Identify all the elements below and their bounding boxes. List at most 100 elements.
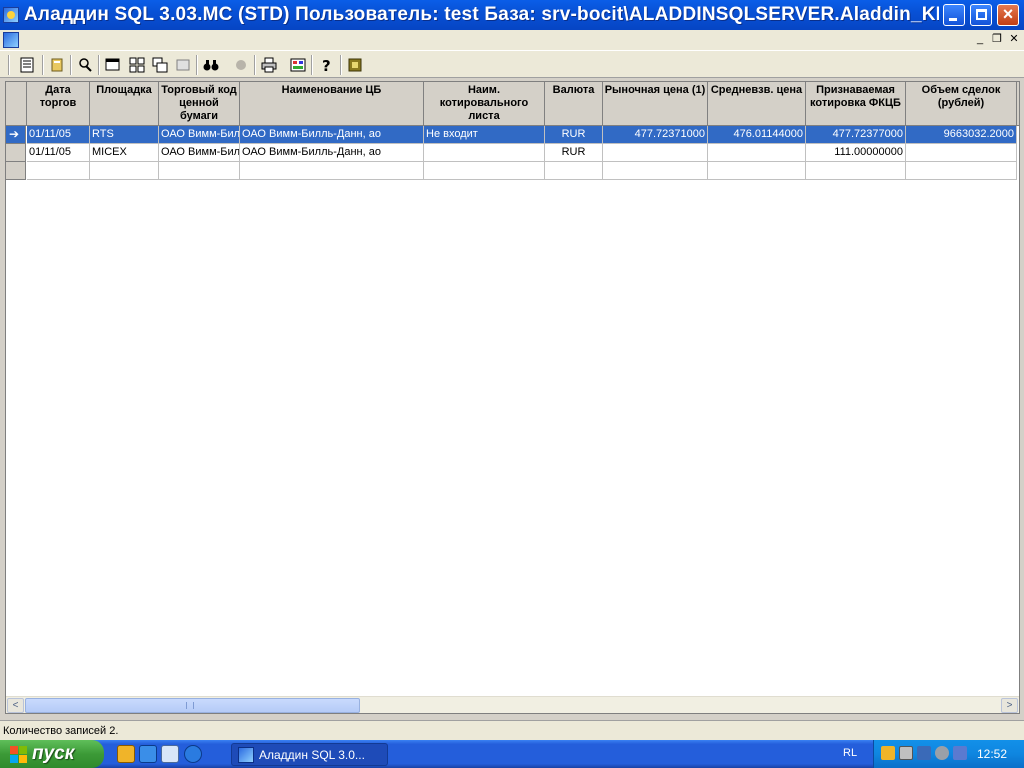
tray-disk-icon[interactable] bbox=[935, 746, 949, 760]
scroll-left-button[interactable]: < bbox=[7, 698, 24, 713]
table-row[interactable]: ➔ 01/11/05 RTS ОАО Вимм-Бил. ОАО Вимм-Би… bbox=[6, 126, 1019, 144]
row-indicator-header bbox=[6, 82, 27, 126]
empty-cell[interactable] bbox=[806, 162, 906, 180]
empty-cell[interactable] bbox=[906, 162, 1017, 180]
print-icon bbox=[261, 57, 277, 73]
empty-cell[interactable] bbox=[90, 162, 159, 180]
cell-currency[interactable]: RUR bbox=[545, 144, 603, 162]
scrollbar-thumb[interactable] bbox=[25, 698, 360, 713]
cell-exchange[interactable]: RTS bbox=[90, 126, 159, 144]
cell-trade-date[interactable]: 01/11/05 bbox=[27, 126, 90, 144]
tile-button[interactable] bbox=[126, 54, 148, 76]
export-button[interactable] bbox=[287, 54, 309, 76]
exit-button[interactable] bbox=[344, 54, 366, 76]
cell-fkcb-quote[interactable]: 477.72377000 bbox=[806, 126, 906, 144]
maximize-button[interactable] bbox=[970, 4, 992, 26]
empty-cell[interactable] bbox=[545, 162, 603, 180]
tray-network-icon[interactable] bbox=[899, 746, 913, 760]
record-count: Количество записей 2. bbox=[3, 725, 119, 737]
column-header[interactable]: Дата торгов bbox=[27, 82, 90, 126]
new-row[interactable] bbox=[6, 162, 1019, 180]
empty-cell[interactable] bbox=[159, 162, 240, 180]
column-header[interactable]: Торговый код ценной бумаги bbox=[159, 82, 240, 126]
empty-cell[interactable] bbox=[424, 162, 545, 180]
empty-cell[interactable] bbox=[603, 162, 708, 180]
cell-quote-list[interactable]: Не входит bbox=[424, 126, 545, 144]
title-bar[interactable]: Аладдин SQL 3.03.МС (STD) Пользователь: … bbox=[0, 0, 1024, 30]
language-indicator[interactable]: RL bbox=[843, 747, 857, 759]
empty-cell[interactable] bbox=[708, 162, 806, 180]
help-button[interactable]: ? bbox=[315, 54, 337, 76]
row-selector[interactable] bbox=[6, 144, 26, 162]
empty-cell[interactable] bbox=[27, 162, 90, 180]
cell-trade-volume[interactable]: 9663032.2000 bbox=[906, 126, 1017, 144]
cell-currency[interactable]: RUR bbox=[545, 126, 603, 144]
cell-weighted-avg-price[interactable] bbox=[708, 144, 806, 162]
toolbar: ? bbox=[0, 50, 1024, 78]
column-header[interactable]: Признаваемая котировка ФКЦБ bbox=[806, 82, 906, 126]
quicklaunch-media-player-icon[interactable] bbox=[139, 745, 157, 763]
close-button[interactable]: × bbox=[997, 4, 1019, 26]
mdi-restore-button[interactable]: ❐ bbox=[990, 33, 1004, 47]
cell-quote-list[interactable] bbox=[424, 144, 545, 162]
column-header[interactable]: Рыночная цена (1) bbox=[603, 82, 708, 126]
cell-trade-volume[interactable] bbox=[906, 144, 1017, 162]
report-button[interactable] bbox=[16, 54, 38, 76]
horizontal-scrollbar[interactable]: < > bbox=[6, 696, 1019, 713]
taskbar: пуск Аладдин SQL 3.0... RL 12:52 bbox=[0, 740, 1024, 768]
data-grid[interactable]: Дата торгов Площадка Торговый код ценной… bbox=[5, 81, 1020, 714]
mdi-close-button[interactable]: ✕ bbox=[1007, 33, 1021, 47]
layout-button[interactable] bbox=[172, 54, 194, 76]
find-button[interactable] bbox=[200, 54, 222, 76]
scroll-right-button[interactable]: > bbox=[1001, 698, 1018, 713]
column-header[interactable]: Площадка bbox=[90, 82, 159, 126]
taskbar-item-aladdin[interactable]: Аладдин SQL 3.0... bbox=[231, 743, 388, 766]
empty-cell[interactable] bbox=[240, 162, 424, 180]
start-label: пуск bbox=[32, 743, 75, 764]
cell-trade-date[interactable]: 01/11/05 bbox=[27, 144, 90, 162]
search-filter-button[interactable] bbox=[74, 54, 96, 76]
column-header[interactable]: Валюта bbox=[545, 82, 603, 126]
table-row[interactable]: 01/11/05 MICEX ОАО Вимм-Бил. ОАО Вимм-Би… bbox=[6, 144, 1019, 162]
maximize-icon bbox=[976, 9, 987, 20]
help-icon: ? bbox=[322, 57, 331, 73]
mdi-minimize-button[interactable]: _ bbox=[973, 33, 987, 47]
column-header[interactable]: Объем сделок (рублей) bbox=[906, 82, 1017, 126]
cell-fkcb-quote[interactable]: 111.00000000 bbox=[806, 144, 906, 162]
tile-icon bbox=[129, 57, 145, 73]
close-icon: × bbox=[1002, 4, 1014, 24]
cell-trade-code[interactable]: ОАО Вимм-Бил. bbox=[159, 144, 240, 162]
mdi-document-icon[interactable] bbox=[3, 32, 19, 48]
toolbar-separator bbox=[8, 55, 10, 75]
cascade-button[interactable] bbox=[149, 54, 171, 76]
cell-market-price[interactable] bbox=[603, 144, 708, 162]
tray-app-icon[interactable] bbox=[953, 746, 967, 760]
quicklaunch-clock-icon[interactable] bbox=[117, 745, 135, 763]
tray-clock-icon[interactable] bbox=[881, 746, 895, 760]
cell-security-name[interactable]: ОАО Вимм-Билль-Данн, ао bbox=[240, 126, 424, 144]
cell-market-price[interactable]: 477.72371000 bbox=[603, 126, 708, 144]
tray-monitor-icon[interactable] bbox=[917, 746, 931, 760]
database-button[interactable] bbox=[46, 54, 68, 76]
cell-trade-code[interactable]: ОАО Вимм-Бил. bbox=[159, 126, 240, 144]
cell-security-name[interactable]: ОАО Вимм-Билль-Данн, ао bbox=[240, 144, 424, 162]
row-selector[interactable]: ➔ bbox=[6, 126, 26, 144]
quicklaunch-desktop-icon[interactable] bbox=[161, 745, 179, 763]
window-title: Аладдин SQL 3.03.МС (STD) Пользователь: … bbox=[24, 4, 939, 25]
cell-exchange[interactable]: MICEX bbox=[90, 144, 159, 162]
column-header[interactable]: Средневзв. цена bbox=[708, 82, 806, 126]
window-button[interactable] bbox=[102, 54, 124, 76]
grid-header: Дата торгов Площадка Торговый код ценной… bbox=[6, 82, 1019, 126]
app-icon[interactable] bbox=[3, 7, 19, 23]
report-icon bbox=[20, 57, 34, 73]
minimize-button[interactable] bbox=[943, 4, 965, 26]
column-header[interactable]: Наименование ЦБ bbox=[240, 82, 424, 126]
column-header[interactable]: Наим. котировального листа bbox=[424, 82, 545, 126]
clock[interactable]: 12:52 bbox=[977, 747, 1007, 761]
quicklaunch-ie-icon[interactable] bbox=[184, 745, 202, 763]
cell-weighted-avg-price[interactable]: 476.01144000 bbox=[708, 126, 806, 144]
row-selector[interactable] bbox=[6, 162, 26, 180]
stop-button[interactable] bbox=[230, 54, 252, 76]
print-button[interactable] bbox=[258, 54, 280, 76]
start-button[interactable]: пуск bbox=[0, 740, 104, 768]
